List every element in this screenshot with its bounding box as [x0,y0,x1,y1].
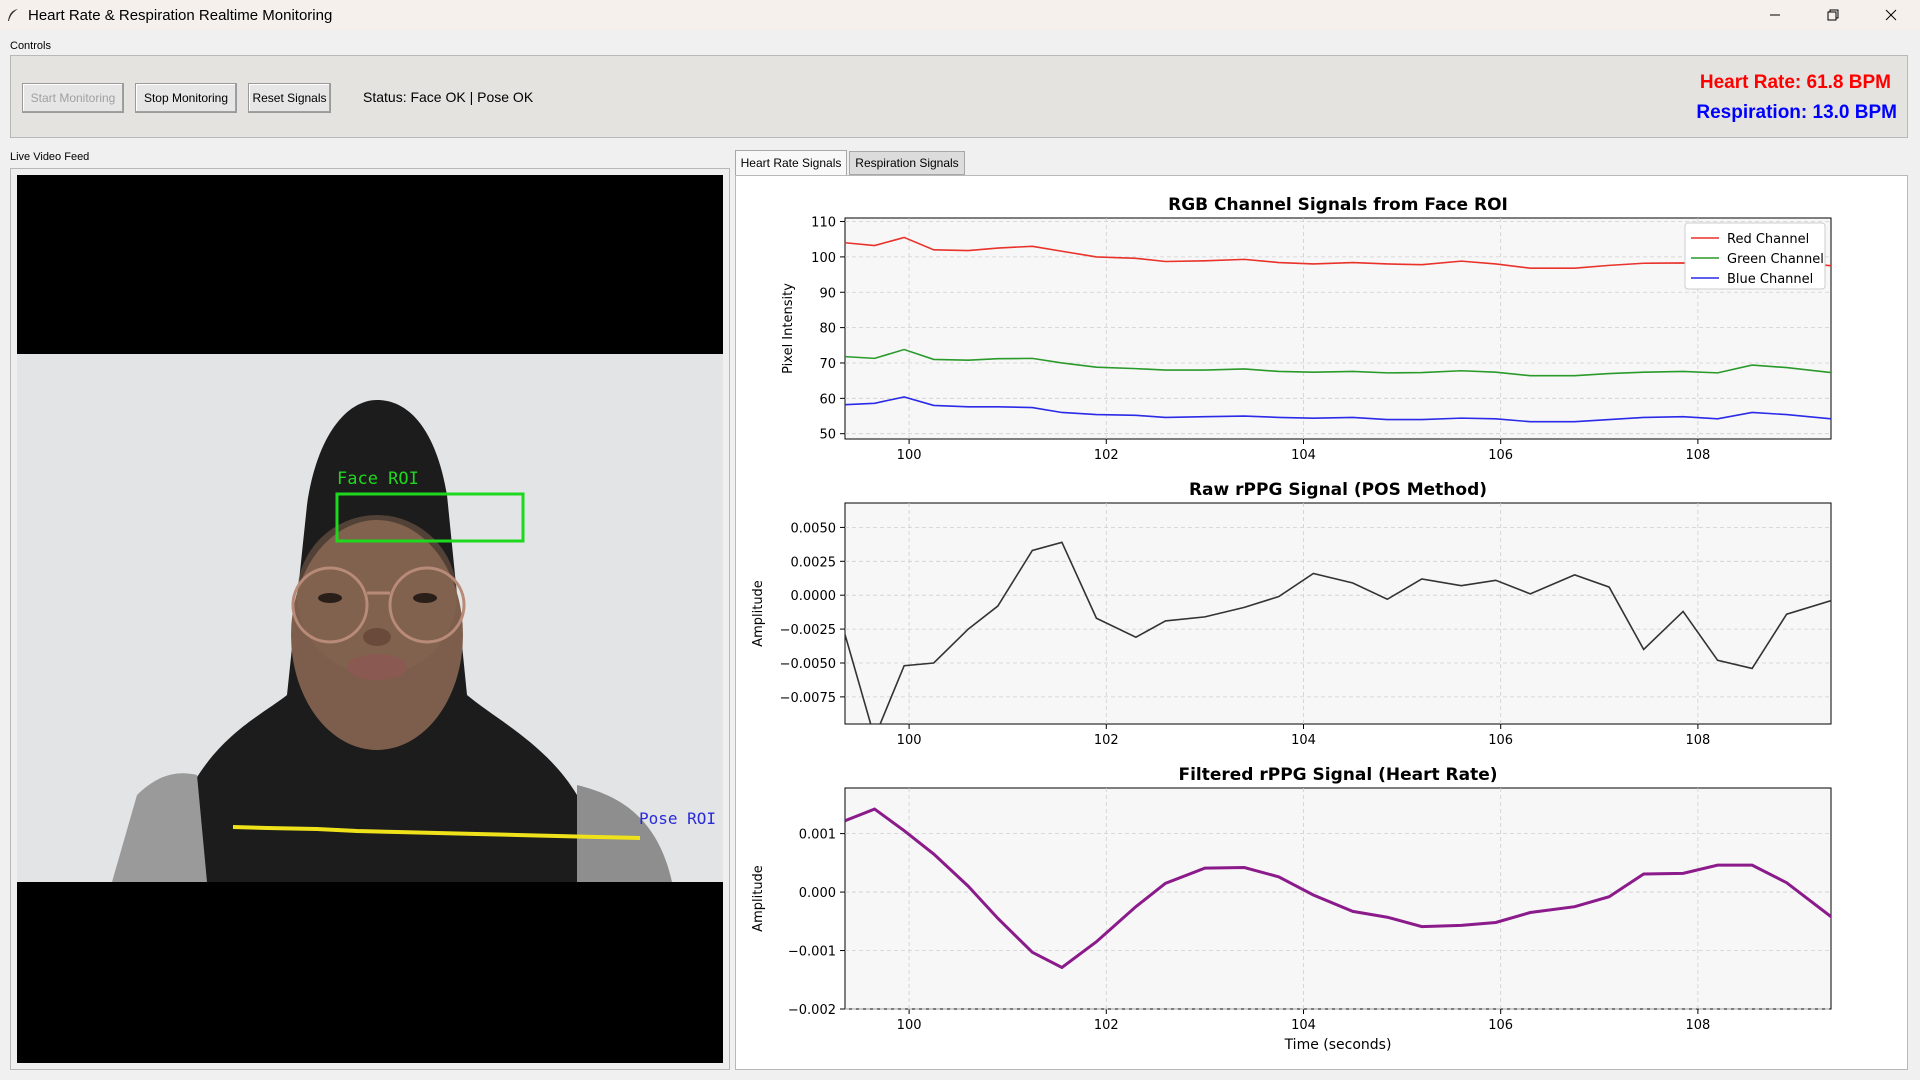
y-tick-label: 70 [819,357,836,372]
y-tick-label: −0.001 [788,945,836,960]
y-tick-label: −0.002 [788,1003,836,1018]
minimize-button[interactable] [1746,0,1804,30]
signal-plots: 100 102 104 106 108 50 60 70 80 90 100 110 RGB Chann… [751,195,1832,1053]
y-tick-label: 100 [811,251,836,266]
x-tick-label: 102 [1094,1018,1119,1033]
x-tick-label: 108 [1685,448,1710,463]
x-tick-label: 100 [897,1018,922,1033]
y-tick-label: −0.0025 [780,623,836,638]
video-group-label: Live Video Feed [10,151,90,163]
face-roi-label: Face ROI [337,469,419,489]
legend-entry: Green Channel [1727,252,1824,267]
y-tick-label: 0.000 [799,886,836,901]
plot-area [844,502,1832,725]
y-tick-label: 60 [819,392,836,407]
y-tick-label: −0.0050 [780,657,836,672]
y-tick-label: 50 [819,428,836,443]
feather-icon [8,9,18,21]
x-tick-label: 108 [1685,733,1710,748]
x-tick-label: 104 [1291,1018,1316,1033]
x-tick-label: 102 [1094,448,1119,463]
y-tick-label: −0.0075 [780,691,836,706]
live-video-feed: Face ROI Pose ROI [17,175,723,1063]
chart-title: Raw rPPG Signal (POS Method) [1189,480,1487,500]
y-tick-label: 90 [819,286,836,301]
plot-area [844,217,1832,440]
x-tick-label: 100 [897,733,922,748]
chart-title: RGB Channel Signals from Face ROI [1168,195,1508,215]
legend-entry: Red Channel [1727,232,1809,247]
stop-monitoring-button[interactable]: Stop Monitoring [135,83,237,113]
y-axis-label: Amplitude [751,580,766,647]
pose-roi-label: Pose ROI [639,809,716,828]
start-monitoring-button[interactable]: Start Monitoring [22,83,124,113]
y-axis-label: Pixel Intensity [781,283,796,374]
y-tick-label: 0.0025 [791,555,837,570]
y-axis-label: Amplitude [751,865,766,932]
tab-heart-rate-signals[interactable]: Heart Rate Signals [735,150,847,175]
chart-title: Filtered rPPG Signal (Heart Rate) [1178,765,1497,785]
x-tick-label: 104 [1291,733,1316,748]
x-tick-label: 106 [1488,1018,1513,1033]
minimize-icon [1770,14,1780,16]
x-tick-label: 102 [1094,733,1119,748]
x-axis-label: Time (seconds) [1284,1037,1392,1053]
respiration-readout: Respiration: 13.0 BPM [1696,102,1897,123]
y-tick-label: 110 [811,216,836,231]
y-tick-label: 0.0050 [791,521,837,536]
window-title: Heart Rate & Respiration Realtime Monito… [28,6,333,24]
controls-group-label: Controls [10,40,51,52]
tab-respiration-signals[interactable]: Respiration Signals [849,151,965,175]
y-tick-label: 80 [819,322,836,337]
x-tick-label: 100 [897,448,922,463]
video-frame-image: Face ROI Pose ROI [17,354,723,882]
status-text: Status: Face OK | Pose OK [363,89,534,105]
close-button[interactable] [1862,0,1920,30]
restore-button[interactable] [1804,0,1862,30]
x-tick-label: 104 [1291,448,1316,463]
y-tick-label: 0.0000 [791,589,837,604]
x-tick-label: 106 [1488,448,1513,463]
restore-icon [1827,9,1839,21]
x-tick-label: 106 [1488,733,1513,748]
plot-panel: 100 102 104 106 108 50 60 70 80 90 100 110 RGB Chann… [735,175,1908,1070]
legend-entry: Blue Channel [1727,272,1813,287]
y-tick-label: 0.001 [799,828,836,843]
heart-rate-readout: Heart Rate: 61.8 BPM [1699,72,1891,93]
plot-area [844,787,1832,1010]
close-icon [1885,9,1897,21]
title-bar: Heart Rate & Respiration Realtime Monito… [0,0,1920,30]
reset-signals-button[interactable]: Reset Signals [248,83,331,113]
x-tick-label: 108 [1685,1018,1710,1033]
